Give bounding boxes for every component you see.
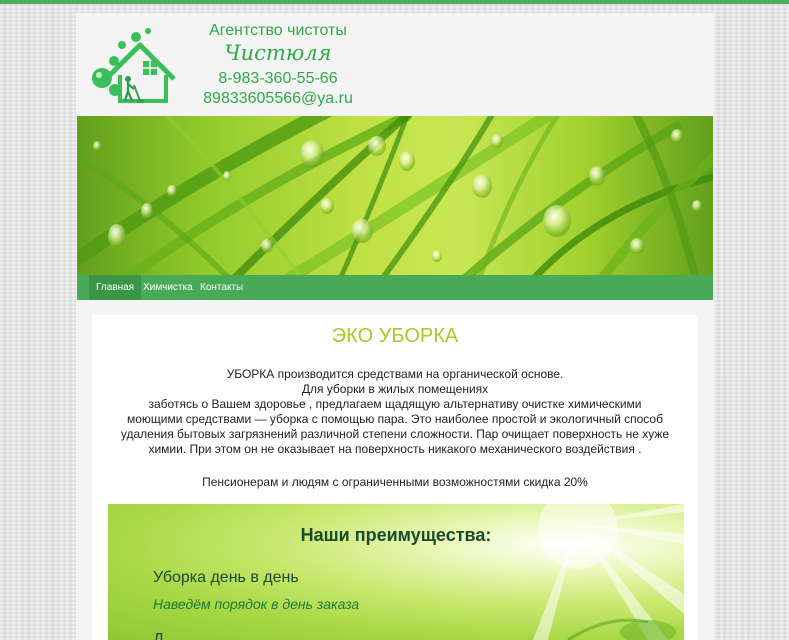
- nav-item-contacts[interactable]: Контакты: [193, 275, 250, 300]
- page-title: ЭКО УБОРКА: [331, 325, 459, 347]
- main-content: ЭКО УБОРКА УБОРКА производится средствам…: [92, 315, 698, 640]
- advantage-subtext-1: Наведём порядок в день заказа: [153, 596, 360, 612]
- email-address[interactable]: 89833605566@ya.ru: [188, 89, 368, 109]
- phone-number[interactable]: 8-983-360-55-66: [188, 68, 368, 89]
- advantages-section: Наши преимущества: Уборка день в день На…: [108, 504, 684, 640]
- intro-line-1: УБОРКА производится средствами на органи…: [226, 367, 564, 381]
- discount-note: Пенсионерам и людям с ограниченными возм…: [202, 475, 588, 489]
- nav-item-dry-cleaning[interactable]: Химчистка: [136, 275, 200, 300]
- intro-line-5: удаления бытовых загрязнений различной с…: [120, 427, 670, 441]
- agency-tagline: Агентство чистоты: [209, 22, 347, 39]
- advantage-heading-1: Уборка день в день: [153, 569, 299, 586]
- advantage-heading-2: Д: [153, 631, 164, 640]
- intro-line-3: заботясь о Вашем здоровье , предлагаем щ…: [148, 397, 642, 411]
- advantages-title: Наши преимущества:: [300, 525, 492, 545]
- intro-line-6: химии. При этом он не оказывает на повер…: [148, 442, 642, 456]
- site-header: Агентство чистоты Чистюля 8-983-360-55-6…: [76, 13, 714, 116]
- top-accent-bar: [0, 0, 789, 4]
- intro-line-4: моющими средствами — уборка с помощью па…: [127, 412, 663, 426]
- nav-item-home[interactable]: Главная: [89, 275, 142, 300]
- brand-name[interactable]: Чистюля: [188, 41, 368, 65]
- intro-line-2: Для уборки в жилых помещениях: [301, 382, 489, 396]
- logo-house-icon[interactable]: [88, 23, 188, 113]
- hero-banner-grass-image: [77, 116, 713, 275]
- main-navigation: Главная Химчистка Контакты: [77, 275, 713, 300]
- page-container: Агентство чистоты Чистюля 8-983-360-55-6…: [76, 13, 714, 640]
- header-text-block: Агентство чистоты Чистюля 8-983-360-55-6…: [188, 21, 368, 109]
